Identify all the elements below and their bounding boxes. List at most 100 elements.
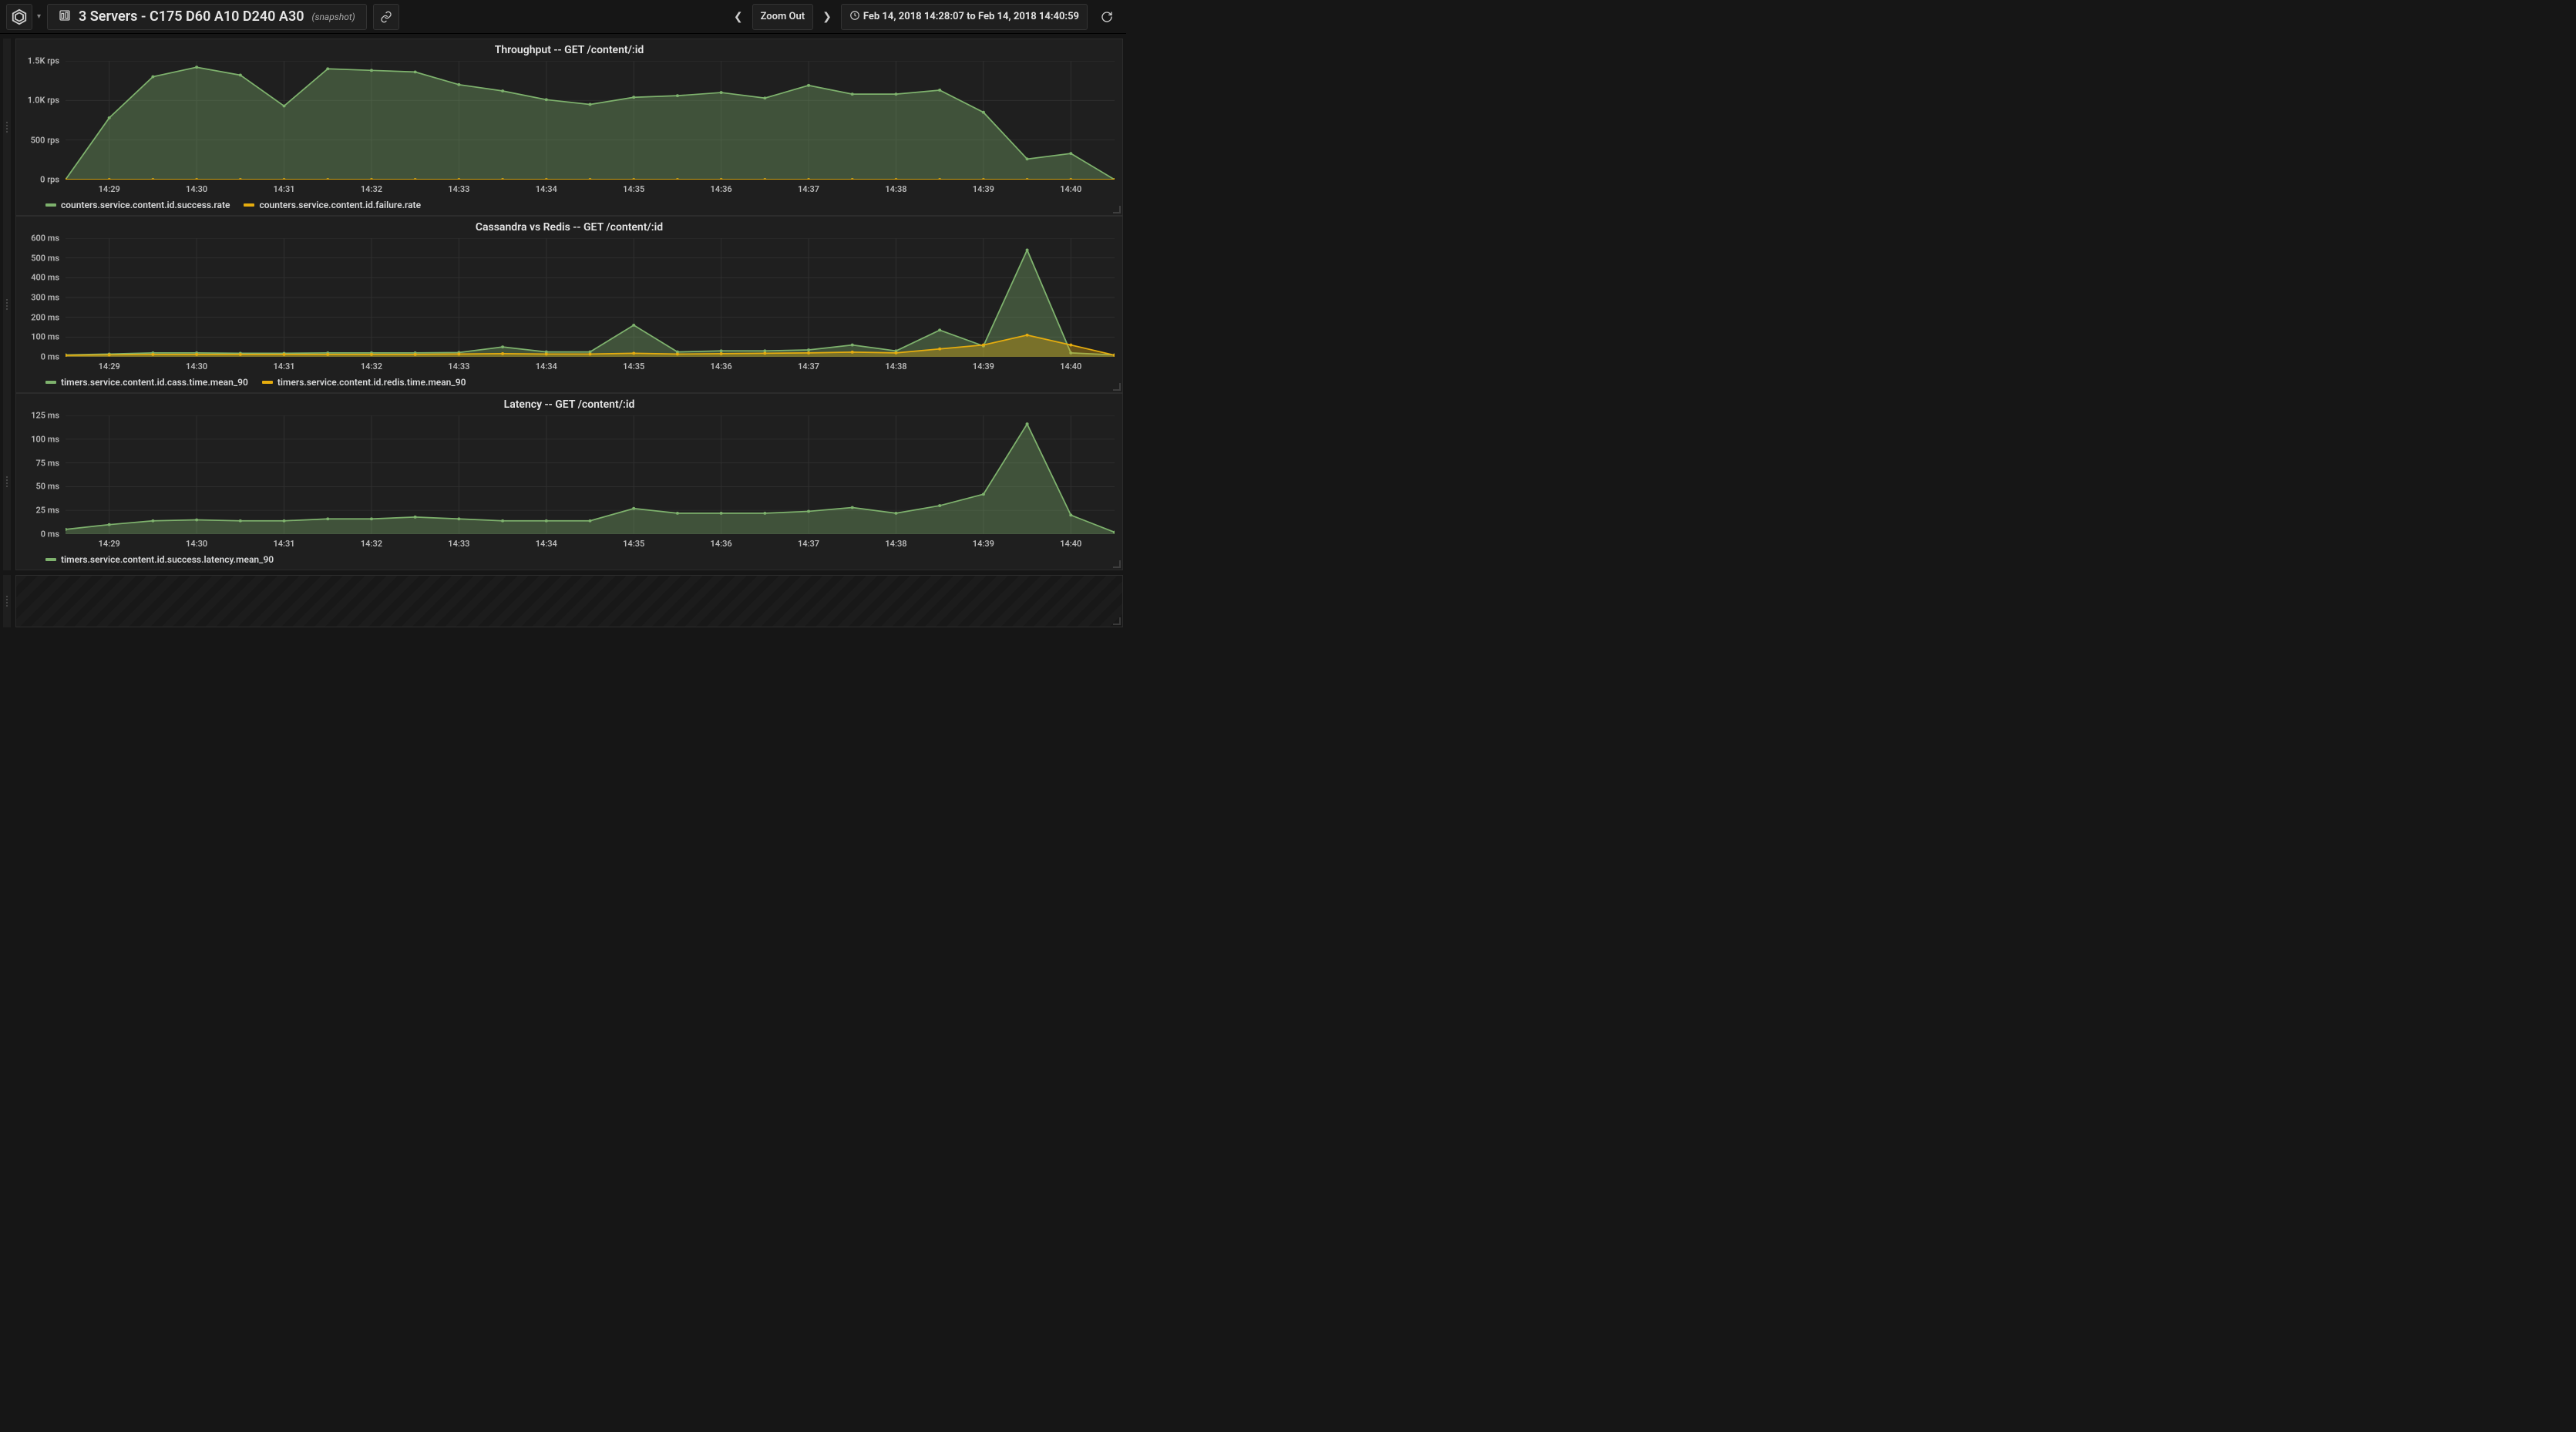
legend-swatch <box>262 381 273 384</box>
y-tick-label: 400 ms <box>31 273 59 283</box>
x-tick-label: 14:37 <box>798 184 819 194</box>
legend: counters.service.content.id.success.rate… <box>16 197 1122 215</box>
legend: timers.service.content.id.cass.time.mean… <box>16 374 1122 392</box>
x-tick-label: 14:34 <box>536 184 557 194</box>
dashboard-subtitle: (snapshot) <box>312 12 355 22</box>
x-tick-label: 14:33 <box>448 184 469 194</box>
legend-item[interactable]: counters.service.content.id.success.rate <box>45 200 230 210</box>
time-prev-button[interactable]: ❮ <box>731 11 746 23</box>
panel-row: Throughput -- GET /content/:id 0 rps 500 r… <box>3 39 1123 216</box>
x-tick-label: 14:33 <box>448 539 469 549</box>
empty-row <box>3 575 1123 627</box>
legend-item[interactable]: timers.service.content.id.redis.time.mea… <box>262 377 466 388</box>
x-tick-label: 14:31 <box>273 361 294 371</box>
legend-label: timers.service.content.id.redis.time.mea… <box>277 377 466 388</box>
panel-throughput[interactable]: Throughput -- GET /content/:id 0 rps 500 r… <box>15 39 1123 216</box>
legend-label: timers.service.content.id.success.latenc… <box>61 554 274 565</box>
dashboard-title: 3 Servers - C175 D60 A10 D240 A30 <box>79 8 304 25</box>
x-tick-label: 14:29 <box>99 539 120 549</box>
caret-down-icon: ▾ <box>37 12 41 21</box>
panel-title: Throughput -- GET /content/:id <box>16 39 1122 56</box>
share-link-button[interactable] <box>373 4 399 30</box>
chart-area[interactable]: 0 ms25 ms50 ms75 ms100 ms125 ms <box>16 411 1122 537</box>
x-tick-label: 14:38 <box>885 361 906 371</box>
x-tick-label: 14:35 <box>623 184 644 194</box>
x-tick-label: 14:40 <box>1060 539 1081 549</box>
y-tick-label: 200 ms <box>31 312 59 322</box>
x-tick-label: 14:40 <box>1060 184 1081 194</box>
chart-svg <box>66 61 1115 180</box>
resize-handle[interactable] <box>1113 383 1121 391</box>
legend-item[interactable]: timers.service.content.id.success.latenc… <box>45 554 274 565</box>
legend-label: counters.service.content.id.failure.rate <box>259 200 421 210</box>
topbar: ▾ 3 Servers - C175 D60 A10 D240 A30 (sna… <box>0 0 1126 34</box>
x-tick-label: 14:32 <box>361 539 382 549</box>
y-tick-label: 0 ms <box>41 529 59 540</box>
time-range-label: Feb 14, 2018 14:28:07 to Feb 14, 2018 14… <box>863 11 1079 22</box>
y-tick-label: 500 ms <box>31 253 59 263</box>
dashboard-body: Throughput -- GET /content/:id 0 rps 500 r… <box>0 34 1126 632</box>
row-drag-handle[interactable] <box>3 575 11 627</box>
x-axis-labels: 14:2914:3014:3114:3214:3314:3414:3514:36… <box>66 184 1115 197</box>
legend-item[interactable]: timers.service.content.id.cass.time.mean… <box>45 377 248 388</box>
x-tick-label: 14:39 <box>973 361 994 371</box>
zoom-out-button[interactable]: Zoom Out <box>752 4 814 30</box>
time-range-picker[interactable]: Feb 14, 2018 14:28:07 to Feb 14, 2018 14… <box>841 4 1088 30</box>
resize-handle[interactable] <box>1113 206 1121 213</box>
refresh-button[interactable] <box>1094 4 1120 30</box>
legend-label: counters.service.content.id.success.rate <box>61 200 230 210</box>
x-tick-label: 14:30 <box>186 539 207 549</box>
legend-swatch <box>45 558 56 561</box>
y-tick-label: 1.0K rps <box>28 96 59 106</box>
legend-item[interactable]: counters.service.content.id.failure.rate <box>244 200 421 210</box>
legend-swatch <box>244 203 254 207</box>
x-tick-label: 14:36 <box>711 184 732 194</box>
y-tick-label: 25 ms <box>35 506 59 516</box>
y-tick-label: 100 ms <box>31 434 59 444</box>
y-tick-label: 600 ms <box>31 234 59 244</box>
resize-handle[interactable] <box>1113 617 1121 625</box>
dashboard-title-box[interactable]: 3 Servers - C175 D60 A10 D240 A30 (snaps… <box>47 4 367 30</box>
chart-area[interactable]: 0 rps500 rps1.0K rps1.5K rps <box>16 56 1122 183</box>
row-drag-handle[interactable] <box>3 216 11 393</box>
legend-swatch <box>45 381 56 384</box>
panel-row: Latency -- GET /content/:id 0 ms 25 ms 50 m… <box>3 393 1123 570</box>
x-tick-label: 14:37 <box>798 539 819 549</box>
x-tick-label: 14:38 <box>885 539 906 549</box>
y-axis-labels: 0 ms25 ms50 ms75 ms100 ms125 ms <box>16 415 64 534</box>
time-next-button[interactable]: ❯ <box>819 11 835 23</box>
x-tick-label: 14:39 <box>973 539 994 549</box>
x-tick-label: 14:29 <box>99 184 120 194</box>
resize-handle[interactable] <box>1113 560 1121 568</box>
x-tick-label: 14:39 <box>973 184 994 194</box>
x-tick-label: 14:35 <box>623 361 644 371</box>
x-tick-label: 14:31 <box>273 184 294 194</box>
x-tick-label: 14:40 <box>1060 361 1081 371</box>
x-axis-labels: 14:2914:3014:3114:3214:3314:3414:3514:36… <box>66 539 1115 551</box>
y-tick-label: 500 rps <box>31 135 59 145</box>
logo-menu-button[interactable] <box>6 4 32 30</box>
x-tick-label: 14:32 <box>361 184 382 194</box>
zoom-out-label: Zoom Out <box>761 11 805 22</box>
empty-panel[interactable] <box>15 575 1123 627</box>
chart-svg <box>66 415 1115 534</box>
panel-cassandra_redis[interactable]: Cassandra vs Redis -- GET /content/:id0 … <box>15 216 1123 393</box>
panel-title: Cassandra vs Redis -- GET /content/:id <box>16 217 1122 234</box>
row-drag-handle[interactable] <box>3 39 11 216</box>
x-tick-label: 14:31 <box>273 539 294 549</box>
panel-latency[interactable]: Latency -- GET /content/:id 0 ms 25 ms 50 m… <box>15 393 1123 570</box>
y-tick-label: 0 rps <box>40 175 59 185</box>
y-axis-labels: 0 rps500 rps1.0K rps1.5K rps <box>16 61 64 180</box>
y-tick-label: 300 ms <box>31 293 59 303</box>
y-tick-label: 100 ms <box>31 332 59 342</box>
row-drag-handle[interactable] <box>3 393 11 570</box>
legend-swatch <box>45 203 56 207</box>
y-tick-label: 50 ms <box>35 482 59 492</box>
dashboard-icon <box>59 9 71 25</box>
panel-title: Latency -- GET /content/:id <box>16 394 1122 411</box>
x-tick-label: 14:30 <box>186 361 207 371</box>
chart-area[interactable]: 0 ms 100 ms 200 ms 300 ms 400 ms 500 ms 600 ms <box>16 234 1122 360</box>
y-tick-label: 0 ms <box>41 352 59 362</box>
x-tick-label: 14:35 <box>623 539 644 549</box>
x-tick-label: 14:29 <box>99 361 120 371</box>
